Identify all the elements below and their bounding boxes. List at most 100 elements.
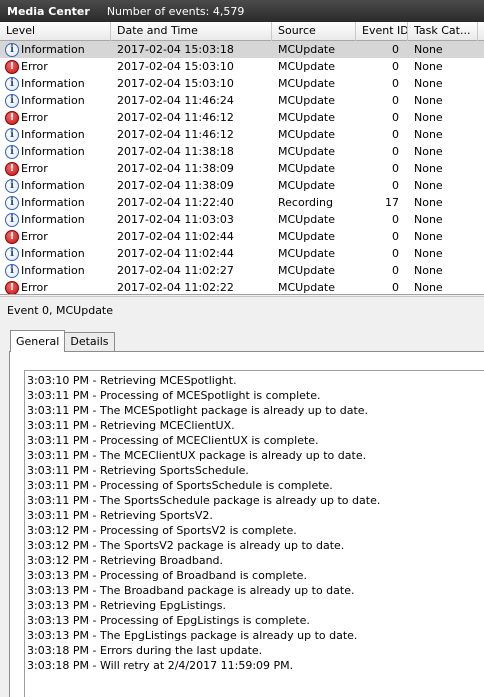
table-row[interactable]: i Information 2017-02-04 11:38:18 MCUpdate 0… (0, 143, 484, 160)
cell-event-id: 0 (392, 230, 399, 243)
error-icon: ! (5, 59, 19, 74)
level-text: Information (21, 196, 85, 209)
cell-date-time: 2017-02-04 11:46:12 (117, 111, 234, 124)
cell-source: MCUpdate (278, 230, 336, 243)
level-text: Error (21, 111, 48, 124)
log-line: 3:03:13 PM - The EpgListings package is … (27, 629, 358, 642)
cell-date-time: 2017-02-04 11:38:09 (117, 179, 234, 192)
cell-task-category: None (414, 77, 443, 90)
grid-rows: i Information 2017-02-04 15:03:18 MCUpdate 0… (0, 41, 484, 294)
cell-source: MCUpdate (278, 281, 336, 294)
cell-level: i Information (0, 194, 111, 211)
table-row[interactable]: i Information 2017-02-04 11:02:27 MCUpdate 0… (0, 262, 484, 279)
info-icon: i (5, 127, 19, 142)
table-row[interactable]: i Information 2017-02-04 11:02:44 MCUpdate 0… (0, 245, 484, 262)
cell-source: MCUpdate (278, 94, 336, 107)
log-line: 3:03:18 PM - Errors during the last upda… (27, 644, 263, 657)
title-bar: Media Center Number of events: 4,579 (0, 0, 484, 22)
column-header-event-id[interactable]: Event ID (356, 22, 408, 41)
table-row[interactable]: ! Error 2017-02-04 11:38:09 MCUpdate 0 None (0, 160, 484, 177)
log-line: 3:03:13 PM - The Broadband package is al… (27, 584, 355, 597)
info-icon: i (5, 195, 19, 210)
table-row[interactable]: i Information 2017-02-04 11:38:09 MCUpdate 0… (0, 177, 484, 194)
cell-date-time: 2017-02-04 15:03:18 (117, 43, 234, 56)
error-icon: ! (5, 229, 19, 244)
cell-date-time: 2017-02-04 15:03:10 (117, 60, 234, 73)
cell-task-category: None (414, 43, 443, 56)
cell-date-time: 2017-02-04 11:46:12 (117, 128, 234, 141)
cell-event-id: 0 (392, 281, 399, 294)
level-text: Information (21, 247, 85, 260)
table-row[interactable]: ! Error 2017-02-04 15:03:10 MCUpdate 0 None (0, 58, 484, 75)
log-line: 3:03:12 PM - The SportsV2 package is alr… (27, 539, 345, 552)
level-text: Information (21, 94, 85, 107)
level-text: Information (21, 77, 85, 90)
cell-event-id: 0 (392, 60, 399, 73)
cell-date-time: 2017-02-04 11:02:44 (117, 230, 234, 243)
cell-event-id: 0 (392, 247, 399, 260)
cell-source: MCUpdate (278, 264, 336, 277)
cell-source: MCUpdate (278, 179, 336, 192)
level-text: Information (21, 179, 85, 192)
grid-header: Level Date and Time Source Event ID Task… (0, 22, 484, 41)
column-header-task-category[interactable]: Task Cat... (408, 22, 478, 41)
level-text: Information (21, 213, 85, 226)
table-row[interactable]: ! Error 2017-02-04 11:46:12 MCUpdate 0 None (0, 109, 484, 126)
cell-source: MCUpdate (278, 77, 336, 90)
log-line: 3:03:11 PM - Processing of SportsSchedul… (27, 479, 333, 492)
error-icon: ! (5, 280, 19, 294)
events-count: Number of events: 4,579 (106, 4, 245, 18)
info-icon: i (5, 76, 19, 91)
cell-event-id: 0 (392, 111, 399, 124)
cell-task-category: None (414, 247, 443, 260)
cell-event-id: 0 (392, 128, 399, 141)
cell-task-category: None (414, 60, 443, 73)
detail-tabs: General Details (10, 330, 115, 352)
cell-level: i Information (0, 126, 111, 143)
tab-details[interactable]: Details (64, 332, 115, 352)
level-text: Information (21, 43, 85, 56)
cell-event-id: 0 (392, 77, 399, 90)
table-row[interactable]: i Information 2017-02-04 11:46:24 MCUpdate 0… (0, 92, 484, 109)
column-header-level[interactable]: Level (0, 22, 111, 41)
info-icon: i (5, 212, 19, 227)
table-row[interactable]: i Information 2017-02-04 11:22:40 Recording… (0, 194, 484, 211)
log-line: 3:03:11 PM - The MCESpotlight package is… (27, 404, 369, 417)
table-row[interactable]: i Information 2017-02-04 15:03:18 MCUpdate 0… (0, 41, 484, 58)
level-text: Error (21, 60, 48, 73)
cell-date-time: 2017-02-04 15:03:10 (117, 77, 234, 90)
cell-level: i Information (0, 262, 111, 279)
cell-event-id: 17 (385, 196, 399, 209)
level-text: Error (21, 230, 48, 243)
table-row[interactable]: ! Error 2017-02-04 11:02:22 MCUpdate 0 None (0, 279, 484, 294)
cell-task-category: None (414, 145, 443, 158)
table-row[interactable]: i Information 2017-02-04 11:03:03 MCUpdate 0… (0, 211, 484, 228)
info-icon: i (5, 42, 19, 57)
table-row[interactable]: i Information 2017-02-04 15:03:10 MCUpdate 0… (0, 75, 484, 92)
events-grid[interactable]: Level Date and Time Source Event ID Task… (0, 22, 484, 295)
cell-source: MCUpdate (278, 43, 336, 56)
cell-level: i Information (0, 92, 111, 109)
cell-source: Recording (278, 196, 334, 209)
cell-event-id: 0 (392, 145, 399, 158)
column-header-source[interactable]: Source (272, 22, 356, 41)
log-line: 3:03:13 PM - Processing of EpgListings i… (27, 614, 310, 627)
cell-task-category: None (414, 264, 443, 277)
table-row[interactable]: ! Error 2017-02-04 11:02:44 MCUpdate 0 None (0, 228, 484, 245)
cell-date-time: 2017-02-04 11:02:22 (117, 281, 234, 294)
cell-date-time: 2017-02-04 11:03:03 (117, 213, 234, 226)
cell-task-category: None (414, 128, 443, 141)
cell-source: MCUpdate (278, 213, 336, 226)
column-header-date-time[interactable]: Date and Time (111, 22, 272, 41)
event-description-box[interactable]: 3:03:10 PM - Retrieving MCESpotlight. 3:0… (24, 370, 484, 697)
table-row[interactable]: i Information 2017-02-04 11:46:12 MCUpdate 0… (0, 126, 484, 143)
cell-event-id: 0 (392, 264, 399, 277)
cell-event-id: 0 (392, 94, 399, 107)
tab-general[interactable]: General (10, 330, 66, 352)
cell-source: MCUpdate (278, 60, 336, 73)
log-line: 3:03:12 PM - Processing of SportsV2 is c… (27, 524, 297, 537)
info-icon: i (5, 144, 19, 159)
window-title: Media Center (7, 4, 90, 18)
log-line: 3:03:18 PM - Will retry at 2/4/2017 11:5… (27, 659, 294, 672)
cell-task-category: None (414, 179, 443, 192)
